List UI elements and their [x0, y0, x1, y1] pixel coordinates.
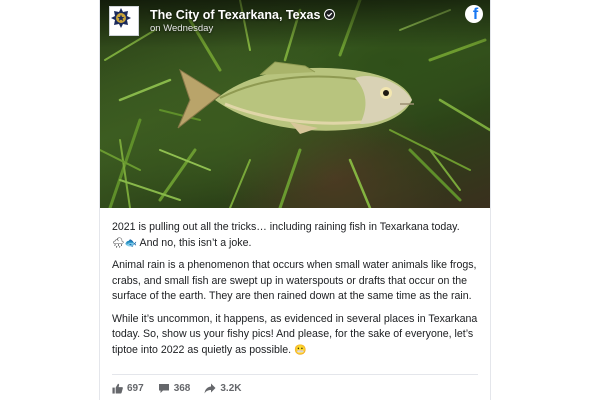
- page-avatar[interactable]: [109, 6, 139, 36]
- page-name-text[interactable]: The City of Texarkana, Texas: [150, 8, 320, 22]
- grimace-emoji-icon: 😬: [294, 344, 307, 356]
- post-paragraph-2: Animal rain is a phenomenon that occurs …: [112, 259, 477, 302]
- page-name[interactable]: The City of Texarkana, Texas: [150, 8, 336, 22]
- like-count-value: 697: [127, 383, 144, 394]
- post-body: 2021 is pulling out all the tricks… incl…: [112, 220, 480, 365]
- facebook-logo-icon[interactable]: f: [465, 5, 483, 23]
- post-paragraph-3: While it’s uncommon, it happens, as evid…: [112, 312, 480, 359]
- comment-icon: [158, 384, 169, 393]
- post-photo[interactable]: The City of Texarkana, Texas on Wednesda…: [100, 0, 490, 208]
- post-paragraph-1-line-1: 2021 is pulling out all the tricks… incl…: [112, 221, 460, 233]
- comment-count[interactable]: 368: [158, 383, 191, 394]
- thumbs-up-icon: [112, 383, 123, 394]
- share-count[interactable]: 3.2K: [204, 383, 242, 394]
- like-count[interactable]: 697: [112, 383, 144, 394]
- engagement-stats: 697 368 3.2K: [112, 383, 256, 394]
- facebook-post-card: The City of Texarkana, Texas on Wednesda…: [99, 0, 491, 400]
- police-badge-icon: [111, 8, 131, 28]
- comment-count-value: 368: [173, 383, 191, 394]
- post-paragraph-1: 2021 is pulling out all the tricks… incl…: [112, 220, 480, 251]
- post-paragraph-1-line-2: And no, this isn’t a joke.: [139, 236, 252, 249]
- share-count-value: 3.2K: [220, 383, 242, 394]
- verified-badge-icon: [324, 9, 336, 20]
- rain-fish-emoji-icon: 🌧🐟: [112, 237, 138, 249]
- stats-divider: [112, 374, 478, 375]
- post-timestamp[interactable]: on Wednesday: [150, 23, 213, 34]
- share-arrow-icon: [204, 383, 216, 394]
